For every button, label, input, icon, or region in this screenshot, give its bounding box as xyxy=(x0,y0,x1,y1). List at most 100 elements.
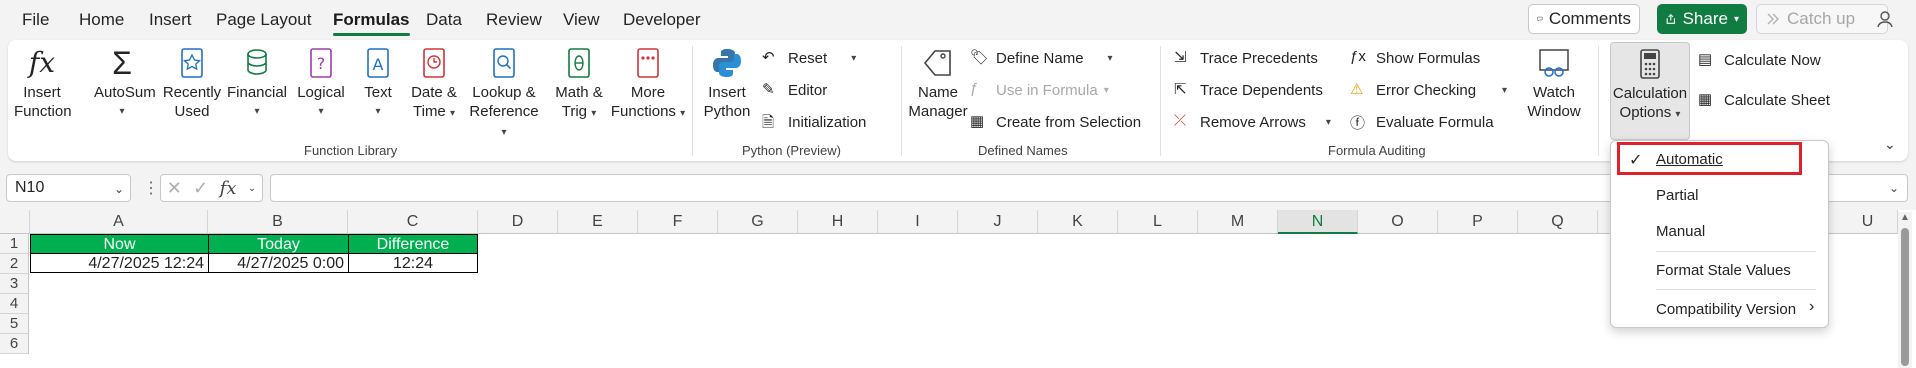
create-from-selection-button[interactable]: ▦ Create from Selection xyxy=(970,112,1141,132)
select-all-corner[interactable] xyxy=(0,210,30,234)
text-functions-button[interactable]: A Text ▾ xyxy=(356,46,400,121)
initialization-button[interactable]: 🗎 Initialization xyxy=(762,112,866,132)
cell-b1[interactable]: Today xyxy=(208,234,349,254)
math-trig-button[interactable]: Math & Trig ▾ xyxy=(548,46,610,123)
watch-window-button[interactable]: Watch Window xyxy=(1524,46,1584,121)
cell-c2[interactable]: 12:24 xyxy=(348,253,478,273)
share-button[interactable]: Share ▾ xyxy=(1657,4,1747,34)
lookup-reference-label: Lookup & Reference xyxy=(469,84,539,120)
column-header-i[interactable]: I xyxy=(878,210,958,234)
insert-python-button[interactable]: Insert Python xyxy=(702,46,752,121)
column-header-c[interactable]: C xyxy=(348,210,478,234)
chevron-down-icon[interactable]: ⌄ xyxy=(114,182,124,196)
cell-c1[interactable]: Difference xyxy=(348,234,478,254)
define-name-button[interactable]: 🏷 Define Name ▾ xyxy=(970,48,1113,68)
insert-function-label: Insert Function xyxy=(14,84,72,120)
menu-item-partial[interactable]: Partial xyxy=(1656,187,1699,204)
column-header-d[interactable]: D xyxy=(478,210,558,234)
column-header-o[interactable]: O xyxy=(1358,210,1438,234)
tab-data[interactable]: Data xyxy=(426,10,462,30)
menu-item-manual[interactable]: Manual xyxy=(1656,223,1705,240)
insert-function-icon[interactable]: fx xyxy=(220,178,237,199)
column-header-q[interactable]: Q xyxy=(1518,210,1598,234)
recently-used-button[interactable]: Recently Used xyxy=(162,46,222,121)
calculate-sheet-button[interactable]: ▦ Calculate Sheet xyxy=(1698,90,1830,110)
column-header-n[interactable]: N xyxy=(1278,210,1358,234)
menu-item-compatibility-version[interactable]: Compatibility Version xyxy=(1656,301,1796,318)
group-divider xyxy=(1160,46,1161,156)
trace-dependents-icon: ⇱ xyxy=(1174,81,1187,98)
comments-button[interactable]: Comments xyxy=(1528,4,1640,34)
column-header-u[interactable]: U xyxy=(1838,210,1898,234)
row-header-5[interactable]: 5 xyxy=(0,314,29,334)
comments-label: Comments xyxy=(1548,9,1631,28)
column-header-l[interactable]: L xyxy=(1118,210,1198,234)
tab-review[interactable]: Review xyxy=(486,10,542,30)
expand-formula-icon[interactable]: ⌄ xyxy=(1889,181,1899,195)
chevron-down-icon[interactable]: ⌄ xyxy=(248,183,256,194)
name-box[interactable]: N10 ⌄ xyxy=(6,174,131,202)
trace-precedents-button[interactable]: ⇲ Trace Precedents xyxy=(1174,48,1318,68)
row-header-3[interactable]: 3 xyxy=(0,274,29,294)
column-header-j[interactable]: J xyxy=(958,210,1038,234)
financial-button[interactable]: Financial ▾ xyxy=(226,46,288,121)
cancel-icon[interactable]: ✕ xyxy=(167,178,182,199)
cell-b2[interactable]: 4/27/2025 0:00 xyxy=(208,253,349,273)
column-header-f[interactable]: F xyxy=(638,210,718,234)
calculation-options-button[interactable]: Calculation Options ▾ xyxy=(1610,42,1690,140)
ribbon-expand-icon[interactable]: ⌄ xyxy=(1884,136,1896,153)
tab-insert[interactable]: Insert xyxy=(149,10,192,30)
cell-a2[interactable]: 4/27/2025 12:24 xyxy=(30,253,209,273)
tab-file[interactable]: File xyxy=(22,10,49,30)
lookup-reference-button[interactable]: Lookup & Reference ▾ xyxy=(466,46,542,142)
editor-button[interactable]: ✎ Editor xyxy=(762,80,827,100)
column-header-e[interactable]: E xyxy=(558,210,638,234)
name-manager-button[interactable]: Name Manager xyxy=(900,46,976,121)
text-book-icon: A xyxy=(367,48,389,78)
column-header-g[interactable]: G xyxy=(718,210,798,234)
tab-page-layout[interactable]: Page Layout xyxy=(216,10,311,30)
clock-book-icon xyxy=(423,48,445,78)
column-header-p[interactable]: P xyxy=(1438,210,1518,234)
row-header-1[interactable]: 1 xyxy=(0,234,29,254)
vertical-scrollbar[interactable]: ▲ xyxy=(1898,212,1912,368)
tab-home[interactable]: Home xyxy=(79,10,124,30)
account-button[interactable] xyxy=(1868,4,1904,34)
insert-function-button[interactable]: fx Insert Function xyxy=(14,46,72,121)
cell-a1[interactable]: Now xyxy=(30,234,209,254)
row-header-2[interactable]: 2 xyxy=(0,254,29,274)
row-header-6[interactable]: 6 xyxy=(0,334,29,354)
defined-names-group-label: Defined Names xyxy=(978,143,1068,158)
row-header-4[interactable]: 4 xyxy=(0,294,29,314)
more-options-icon[interactable]: ⋮ xyxy=(143,178,159,198)
person-icon xyxy=(1877,11,1893,28)
column-header-a[interactable]: A xyxy=(30,210,208,234)
use-in-formula-button[interactable]: ƒ Use in Formula ▾ xyxy=(970,80,1109,100)
tab-view[interactable]: View xyxy=(563,10,600,30)
column-header-h[interactable]: H xyxy=(798,210,878,234)
trace-dependents-button[interactable]: ⇱ Trace Dependents xyxy=(1174,80,1323,100)
error-checking-button[interactable]: ⚠ Error Checking ▾ xyxy=(1350,80,1507,100)
chevron-down-icon: ▾ xyxy=(1733,13,1739,25)
reset-button[interactable]: ↶ Reset ▾ xyxy=(762,48,856,68)
scroll-up-icon[interactable]: ▲ xyxy=(1900,212,1910,223)
date-time-button[interactable]: Date & Time ▾ xyxy=(406,46,462,123)
column-header-k[interactable]: K xyxy=(1038,210,1118,234)
logical-label: Logical xyxy=(297,84,345,101)
chevron-down-icon: ▾ xyxy=(680,108,686,119)
more-functions-button[interactable]: More Functions ▾ xyxy=(610,46,686,123)
calculate-now-button[interactable]: ▤ Calculate Now xyxy=(1698,50,1821,70)
show-formulas-button[interactable]: ƒx Show Formulas xyxy=(1350,48,1480,68)
remove-arrows-button[interactable]: ⤫ Remove Arrows ▾ xyxy=(1174,112,1331,132)
autosum-button[interactable]: Σ AutoSum ▾ xyxy=(94,46,156,121)
evaluate-formula-button[interactable]: ⓕ Evaluate Formula xyxy=(1350,112,1494,133)
logical-button[interactable]: ? Logical ▾ xyxy=(292,46,350,121)
scroll-thumb[interactable] xyxy=(1901,228,1909,366)
enter-icon[interactable]: ✓ xyxy=(193,178,208,199)
tab-developer[interactable]: Developer xyxy=(623,10,701,30)
column-header-b[interactable]: B xyxy=(208,210,348,234)
chevron-down-icon: ▾ xyxy=(119,106,125,117)
formula-auditing-group-label: Formula Auditing xyxy=(1328,143,1426,158)
column-header-m[interactable]: M xyxy=(1198,210,1278,234)
tab-formulas[interactable]: Formulas xyxy=(333,10,410,36)
